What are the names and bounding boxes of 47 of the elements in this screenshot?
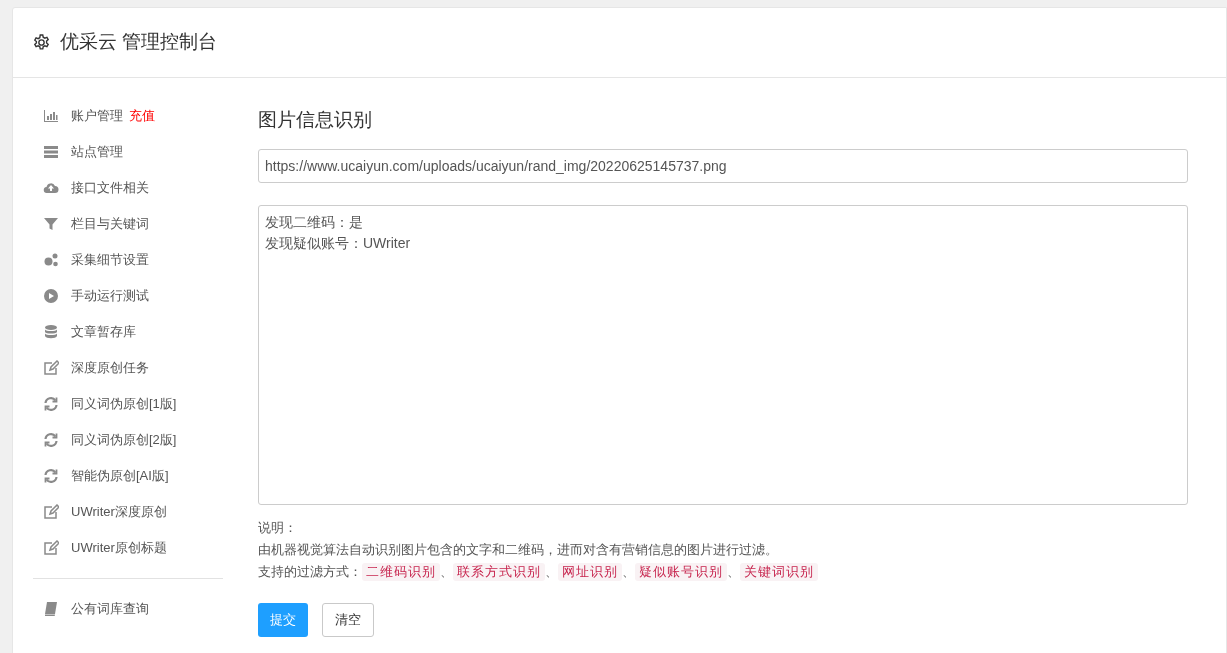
bar-chart-icon: [43, 108, 59, 124]
separator: 、: [545, 563, 558, 581]
method-tag: 联系方式识别: [453, 562, 545, 581]
separator: 、: [622, 563, 635, 581]
note-text: 由机器视觉算法自动识别图片包含的文字和二维码，进而对含有营销信息的图片进行过滤。: [258, 541, 779, 559]
result-box[interactable]: 发现二维码：是 发现疑似账号：UWriter: [258, 204, 1188, 505]
sidebar-item[interactable]: 深度原创任务: [33, 350, 223, 386]
separator: 、: [727, 563, 740, 581]
sidebar-item[interactable]: 文章暂存库: [33, 314, 223, 350]
sidebar-item[interactable]: 同义词伪原创[1版]: [33, 386, 223, 422]
play-icon: [43, 288, 59, 304]
section-title: 图片信息识别: [258, 108, 373, 132]
book-icon: [43, 601, 59, 617]
sidebar-item[interactable]: 同义词伪原创[2版]: [33, 422, 223, 458]
database-icon: [43, 324, 59, 340]
method-tag: 网址识别: [558, 562, 622, 581]
refresh-icon: [43, 396, 59, 412]
sidebar-item[interactable]: 手动运行测试: [33, 278, 223, 314]
result-line: 发现疑似账号：UWriter: [265, 233, 412, 253]
sidebar-item[interactable]: 采集细节设置: [33, 242, 223, 278]
note-label: 说明：: [258, 519, 298, 537]
refresh-icon: [43, 432, 59, 448]
server-icon: [43, 144, 59, 160]
sidebar-item[interactable]: 智能伪原创[AI版]: [33, 458, 223, 494]
sidebar-item[interactable]: 接口文件相关: [33, 170, 223, 206]
sidebar-item[interactable]: 账户管理 充值: [33, 98, 223, 134]
sidebar-item[interactable]: 站点管理: [33, 134, 223, 170]
method-tag: 疑似账号识别: [635, 562, 727, 581]
edit-icon: [43, 504, 59, 520]
filter-icon: [43, 216, 59, 232]
separator: 、: [440, 563, 453, 581]
console-title: 优采云 管理控制台: [60, 30, 218, 55]
method-tag: 二维码识别: [362, 562, 440, 581]
edit-icon: [43, 540, 59, 556]
settings-icon: [33, 34, 50, 51]
sidebar-item[interactable]: 公有词库查询: [33, 591, 223, 627]
methods-label: 支持的过滤方式：: [258, 563, 362, 581]
url-field[interactable]: https://www.ucaiyun.com/uploads/ucaiyun/rand_img/20220625145737.png: [258, 148, 1188, 183]
cloud-upload-icon: [43, 180, 59, 196]
sidebar-item[interactable]: UWriter原创标题: [33, 530, 223, 566]
sidebar-item[interactable]: 栏目与关键词: [33, 206, 223, 242]
refresh-icon: [43, 468, 59, 484]
sidebar-item[interactable]: UWriter深度原创: [33, 494, 223, 530]
clear-button[interactable]: 清空: [322, 602, 374, 637]
result-line: 发现二维码：是: [265, 212, 364, 232]
method-tag: 关键词识别: [740, 562, 818, 581]
edit-icon: [43, 360, 59, 376]
